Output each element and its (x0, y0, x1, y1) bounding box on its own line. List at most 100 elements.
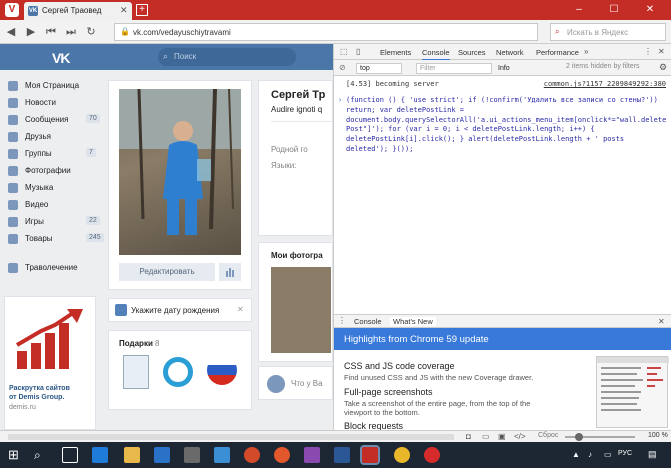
sidebar-item[interactable]: Товары 245 (8, 231, 104, 247)
minimize-icon[interactable]: – (566, 3, 592, 17)
word-icon[interactable] (334, 447, 350, 463)
stats-icon[interactable] (219, 263, 241, 281)
screenshot-icon[interactable]: ◘ (466, 432, 471, 441)
close-window-icon[interactable]: ✕ (637, 3, 663, 17)
sidebar-item[interactable]: Новости (8, 95, 102, 111)
devtools-panel: ⬚ ▯ Elements Console Sources Network Per… (333, 44, 671, 431)
log-level-select[interactable]: Info (498, 63, 550, 74)
inspect-icon[interactable]: ⬚ (340, 47, 348, 56)
sidebar-item[interactable]: Группы 7 (8, 146, 102, 162)
sidebar-item[interactable]: Фотографии (8, 163, 102, 179)
profile-status[interactable]: Audire ignoti q (271, 105, 322, 114)
gear-icon[interactable]: ⚙ (659, 62, 667, 73)
close-devtools-icon[interactable]: ✕ (658, 47, 665, 56)
gifts-card: Подарки 8 (108, 330, 252, 410)
edge-icon[interactable] (92, 447, 108, 463)
rewind-icon[interactable]: ⏮ (44, 25, 58, 39)
battery-icon[interactable]: ▭ (604, 450, 612, 459)
drawer-tab-whats-new[interactable]: What's New (390, 317, 436, 326)
whats-new-item-title[interactable]: Full-page screenshots (344, 387, 433, 397)
search-icon[interactable]: ⌕ (34, 447, 50, 463)
ad-title-line2[interactable]: от Demis Group. (9, 394, 64, 401)
console-log-line: [4.53] becoming server common.js?1157_22… (346, 80, 666, 90)
windows-start-icon[interactable]: ⊞ (8, 447, 24, 463)
task-view-icon[interactable] (62, 447, 78, 463)
ad-title-line1[interactable]: Раскрутка сайтов (9, 385, 70, 392)
tab-network[interactable]: Network (496, 48, 524, 57)
maximize-icon[interactable]: ☐ (601, 3, 627, 17)
ad-block[interactable]: Раскрутка сайтов от Demis Group. demis.r… (4, 296, 96, 430)
vivaldi-icon[interactable] (360, 445, 380, 465)
edit-profile-button[interactable]: Редактировать (119, 263, 215, 281)
console-output[interactable]: [4.53] becoming server common.js?1157_22… (334, 76, 671, 312)
language-indicator[interactable]: РУС (618, 450, 632, 457)
sidebar-item[interactable]: Музыка (8, 180, 102, 196)
my-photos-title[interactable]: Мои фотогра (271, 251, 323, 260)
zoom-reset-button[interactable]: Сброс (538, 432, 558, 439)
url-input[interactable]: 🔒 vk.com/vedayuschiytravami (114, 23, 538, 41)
app-icon[interactable] (184, 447, 200, 463)
tab-elements[interactable]: Elements (380, 48, 411, 57)
whats-new-item-title[interactable]: CSS and JS code coverage (344, 361, 455, 371)
kebab-menu-icon[interactable]: ⋮ (644, 47, 652, 56)
images-icon[interactable]: ▣ (498, 432, 506, 441)
drawer-menu-icon[interactable]: ⋮ (338, 316, 346, 325)
console-filter-input[interactable]: Filter (416, 63, 492, 74)
close-drawer-icon[interactable]: ✕ (658, 317, 665, 326)
sidebar-item[interactable]: Видео (8, 197, 102, 213)
clear-console-icon[interactable]: ⊘ (339, 63, 346, 72)
fast-forward-icon[interactable]: ⏭ (64, 25, 78, 39)
console-input-code[interactable]: (function () { 'use strict'; if (!confir… (346, 96, 666, 155)
zoom-slider-handle[interactable] (575, 433, 583, 441)
sidebar-item-label: Траволечение (25, 263, 78, 272)
network-icon[interactable]: ▲ (572, 450, 580, 459)
vk-logo[interactable]: VK (52, 50, 70, 66)
yandex-browser-icon[interactable] (424, 447, 440, 463)
vivaldi-menu-icon[interactable]: V (5, 3, 19, 17)
profile-photo[interactable] (119, 89, 241, 255)
more-tabs-icon[interactable]: » (584, 47, 588, 56)
zoom-slider[interactable] (565, 433, 635, 441)
explorer-icon[interactable] (124, 447, 140, 463)
back-icon[interactable]: ◀ (4, 25, 18, 39)
page-actions-icon[interactable]: </> (514, 432, 526, 441)
birthday-prompt-card[interactable]: Укажите дату рождения ✕ (108, 298, 252, 322)
tiling-icon[interactable]: ▭ (482, 432, 490, 441)
vk-search-input[interactable]: ⌕ Поиск (158, 48, 296, 66)
horizontal-scrollbar[interactable] (8, 434, 454, 440)
gifts-title[interactable]: Подарки (119, 339, 153, 348)
chrome-icon[interactable] (394, 447, 410, 463)
gift-calendar-icon[interactable] (123, 355, 149, 389)
sidebar-item[interactable]: Друзья (8, 129, 102, 145)
photo-thumbnail[interactable] (271, 267, 331, 353)
close-icon[interactable]: ✕ (237, 305, 244, 314)
new-post-card[interactable]: Что у Ва (258, 366, 333, 400)
new-tab-button[interactable]: + (136, 4, 148, 16)
context-select[interactable]: top (356, 63, 402, 74)
gift-spinner-icon[interactable] (163, 357, 193, 387)
prompt-chevron-icon: › (338, 96, 343, 104)
log-source-link[interactable]: common.js?1157_2209849292:380 (544, 80, 666, 90)
tab-close-icon[interactable]: ✕ (120, 5, 128, 16)
tab-sources[interactable]: Sources (458, 48, 486, 57)
opera-icon[interactable] (274, 447, 290, 463)
sidebar-item[interactable]: Игры 22 (8, 214, 102, 230)
sidebar-item[interactable]: Траволечение (8, 260, 102, 276)
drawer-tab-console[interactable]: Console (354, 317, 382, 326)
store-icon[interactable] (154, 447, 170, 463)
ad-domain[interactable]: demis.ru (9, 404, 36, 411)
app-icon[interactable] (304, 447, 320, 463)
reload-icon[interactable]: ↻ (84, 25, 98, 39)
notifications-icon[interactable]: ▤ (648, 449, 657, 460)
sidebar-item[interactable]: Сообщения 70 (8, 112, 102, 128)
tab-performance[interactable]: Performance (536, 48, 579, 57)
volume-icon[interactable]: ♪ (588, 450, 592, 459)
app-icon[interactable] (244, 447, 260, 463)
browser-tab[interactable]: VK Сергей Траовед ✕ (24, 2, 132, 20)
search-input[interactable]: ⌕ Искать в Яндекс (550, 23, 666, 41)
forward-icon[interactable]: ▶ (24, 25, 38, 39)
sidebar-item[interactable]: Моя Страница (8, 78, 102, 94)
device-icon[interactable]: ▯ (356, 47, 360, 56)
app-icon[interactable] (214, 447, 230, 463)
gift-heart-icon[interactable] (207, 355, 237, 385)
